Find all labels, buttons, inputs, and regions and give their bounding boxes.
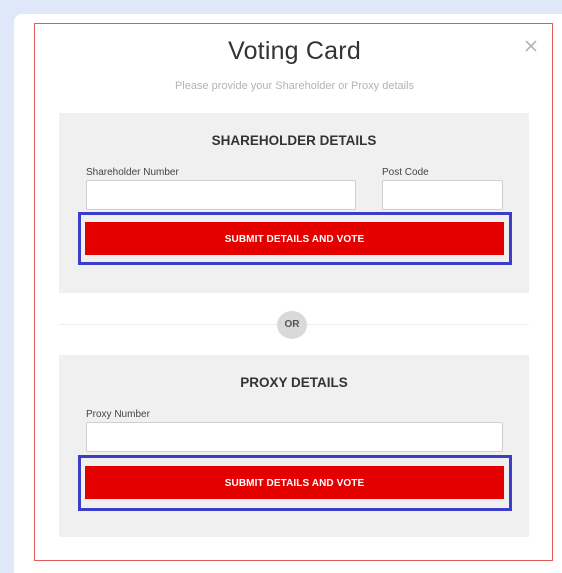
proxy-submit-button[interactable]: SUBMIT DETAILS AND VOTE — [85, 466, 504, 499]
shareholder-heading: SHAREHOLDER DETAILS — [211, 133, 377, 148]
or-badge: OR — [277, 311, 307, 339]
modal-title: Voting Card — [228, 37, 361, 65]
voting-card-modal: Voting Card Please provide your Sharehol… — [34, 23, 553, 561]
close-icon[interactable] — [523, 38, 539, 54]
shareholder-number-label: Shareholder Number — [86, 167, 179, 178]
post-code-label: Post Code — [382, 167, 429, 178]
modal-subtitle: Please provide your Shareholder or Proxy… — [174, 80, 415, 92]
proxy-number-input[interactable] — [86, 422, 503, 452]
shareholder-number-input[interactable] — [86, 180, 356, 210]
proxy-heading: PROXY DETAILS — [240, 375, 348, 390]
shareholder-submit-button[interactable]: SUBMIT DETAILS AND VOTE — [85, 222, 504, 255]
post-code-input[interactable] — [382, 180, 503, 210]
proxy-number-label: Proxy Number — [86, 409, 150, 420]
shareholder-section: SHAREHOLDER DETAILS Shareholder Number P… — [59, 113, 529, 293]
